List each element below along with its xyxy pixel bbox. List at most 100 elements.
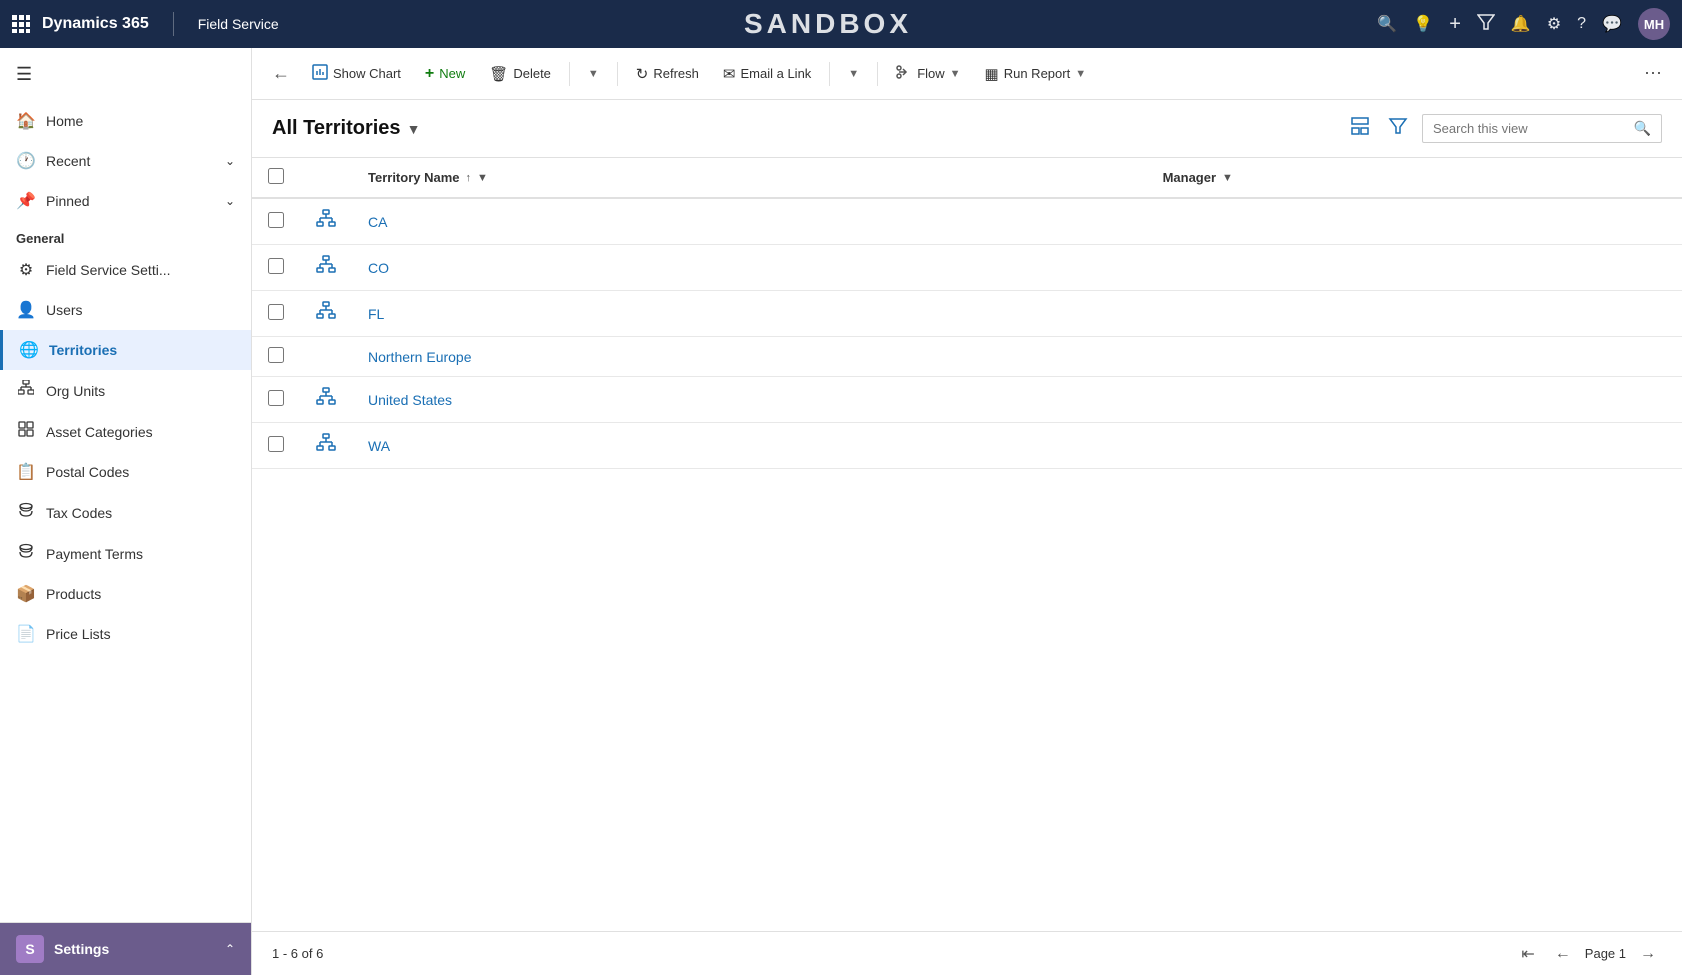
filter-view-icon[interactable] [1384,112,1412,145]
sandbox-label: SANDBOX [279,8,1378,40]
brand-area: Dynamics 365 Field Service [42,12,279,36]
td-territory-name: United States [352,377,1147,423]
layout-view-icon[interactable] [1346,112,1374,145]
search-input[interactable] [1433,121,1626,136]
nav-icons: 🔍 💡 + 🔔 ⚙ ? 💬 MH [1377,8,1670,40]
row-checkbox[interactable] [268,390,284,406]
sidebar-item-tax-codes[interactable]: Tax Codes [0,492,251,533]
app-name[interactable]: Field Service [198,16,279,32]
sidebar-item-home[interactable]: 🏠 Home [0,101,251,141]
territory-name-link[interactable]: Northern Europe [368,349,472,365]
row-checkbox[interactable] [268,212,284,228]
bell-icon[interactable]: 🔔 [1511,14,1531,34]
delete-button[interactable]: 🗑 Delete [479,59,561,89]
chat-icon[interactable]: 💬 [1602,14,1622,34]
sort-dropdown-icon[interactable]: ▼ [477,172,488,184]
territory-name-link[interactable]: United States [368,392,452,408]
prev-page-button[interactable]: ← [1549,943,1577,965]
search-submit-icon[interactable]: 🔍 [1634,120,1651,137]
sort-asc-icon[interactable]: ↑ [466,172,472,184]
td-territory-name: Northern Europe [352,337,1147,377]
filter-icon[interactable] [1477,13,1495,36]
td-manager [1147,245,1682,291]
search-box[interactable]: 🔍 [1422,114,1662,143]
td-checkbox [252,245,300,291]
sidebar-item-recent[interactable]: 🕐 Recent ⌄ [0,141,251,181]
sidebar-item-field-service-settings[interactable]: ⚙ Field Service Setti... [0,250,251,290]
help-icon[interactable]: ? [1577,15,1586,33]
sidebar-item-asset-categories[interactable]: Asset Categories [0,411,251,452]
toolbar-divider-1 [569,62,570,86]
td-row-icon [300,423,352,469]
refresh-label: Refresh [653,66,699,81]
new-button[interactable]: + New [415,59,475,89]
main-layout: ☰ 🏠 Home 🕐 Recent ⌄ 📌 Pinned ⌄ General ⚙… [0,48,1682,975]
sidebar-item-pinned[interactable]: 📌 Pinned ⌄ [0,181,251,221]
search-icon[interactable]: 🔍 [1377,14,1397,34]
chevron-down-icon: ⌄ [225,154,235,168]
view-header-icons: 🔍 [1346,112,1662,145]
row-checkbox[interactable] [268,304,284,320]
td-territory-name: WA [352,423,1147,469]
th-territory-name[interactable]: Territory Name ↑ ▼ [352,158,1147,198]
territory-name-link[interactable]: WA [368,438,390,454]
dropdown-icon: ▼ [588,68,599,80]
view-title[interactable]: All Territories ▼ [272,117,420,140]
run-report-label: Run Report [1004,66,1070,81]
sidebar-item-postal-codes[interactable]: 📋 Postal Codes [0,452,251,492]
email-label: Email a Link [740,66,811,81]
row-checkbox[interactable] [268,258,284,274]
globe-icon: 🌐 [19,340,39,360]
td-checkbox [252,423,300,469]
flow-button[interactable]: Flow ▼ [886,58,970,90]
email-dropdown-button[interactable]: ▼ [838,62,869,86]
sidebar-item-products[interactable]: 📦 Products [0,574,251,614]
select-all-checkbox[interactable] [268,168,284,184]
sidebar-item-price-lists[interactable]: 📄 Price Lists [0,614,251,654]
sidebar-section-general: General [0,221,251,250]
territory-name-link[interactable]: FL [368,306,384,322]
show-chart-label: Show Chart [333,66,401,81]
sidebar-item-org-units[interactable]: Org Units [0,370,251,411]
row-checkbox[interactable] [268,347,284,363]
run-report-icon: ▦ [985,65,999,83]
dropdown-button[interactable]: ▼ [578,62,609,86]
price-lists-icon: 📄 [16,624,36,644]
sidebar-item-territories[interactable]: 🌐 Territories [0,330,251,370]
settings-icon[interactable]: ⚙ [1547,14,1561,34]
back-button[interactable]: ← [264,57,298,90]
sidebar-item-payment-terms[interactable]: Payment Terms [0,533,251,574]
lightbulb-icon[interactable]: 💡 [1413,14,1433,34]
add-icon[interactable]: + [1449,13,1461,36]
sidebar-item-label: Org Units [46,383,105,399]
email-link-button[interactable]: ✉ Email a Link [713,59,821,89]
settings-chevron-icon: ⌃ [225,942,235,956]
row-checkbox[interactable] [268,436,284,452]
user-avatar[interactable]: MH [1638,8,1670,40]
show-chart-button[interactable]: Show Chart [302,58,411,90]
th-manager[interactable]: Manager ▼ [1147,158,1682,198]
first-page-button[interactable]: ⇤ [1515,942,1540,966]
table-row: Northern Europe [252,337,1682,377]
territory-name-link[interactable]: CO [368,260,389,276]
refresh-button[interactable]: ↻ Refresh [626,59,709,89]
sidebar-item-users[interactable]: 👤 Users [0,290,251,330]
refresh-icon: ↻ [636,65,649,83]
sidebar-hamburger[interactable]: ☰ [0,48,251,101]
table-row: WA [252,423,1682,469]
view-title-chevron-icon: ▼ [407,121,421,137]
brand-logo[interactable]: Dynamics 365 [42,15,149,33]
grid-menu-icon[interactable]: ​ [12,14,30,35]
td-manager [1147,337,1682,377]
pagination: ⇤ ← Page 1 → [1515,942,1662,966]
sidebar-settings-bottom[interactable]: S Settings ⌃ [0,922,251,975]
manager-sort-icon[interactable]: ▼ [1222,172,1233,184]
td-checkbox [252,291,300,337]
next-page-button[interactable]: → [1634,943,1662,965]
page-label: Page 1 [1585,946,1626,961]
table-header-row: Territory Name ↑ ▼ Manager ▼ [252,158,1682,198]
territory-name-link[interactable]: CA [368,214,387,230]
run-report-button[interactable]: ▦ Run Report ▼ [975,59,1097,89]
more-options-button[interactable]: ⋯ [1636,57,1670,90]
territory-hierarchy-icon [316,437,336,457]
